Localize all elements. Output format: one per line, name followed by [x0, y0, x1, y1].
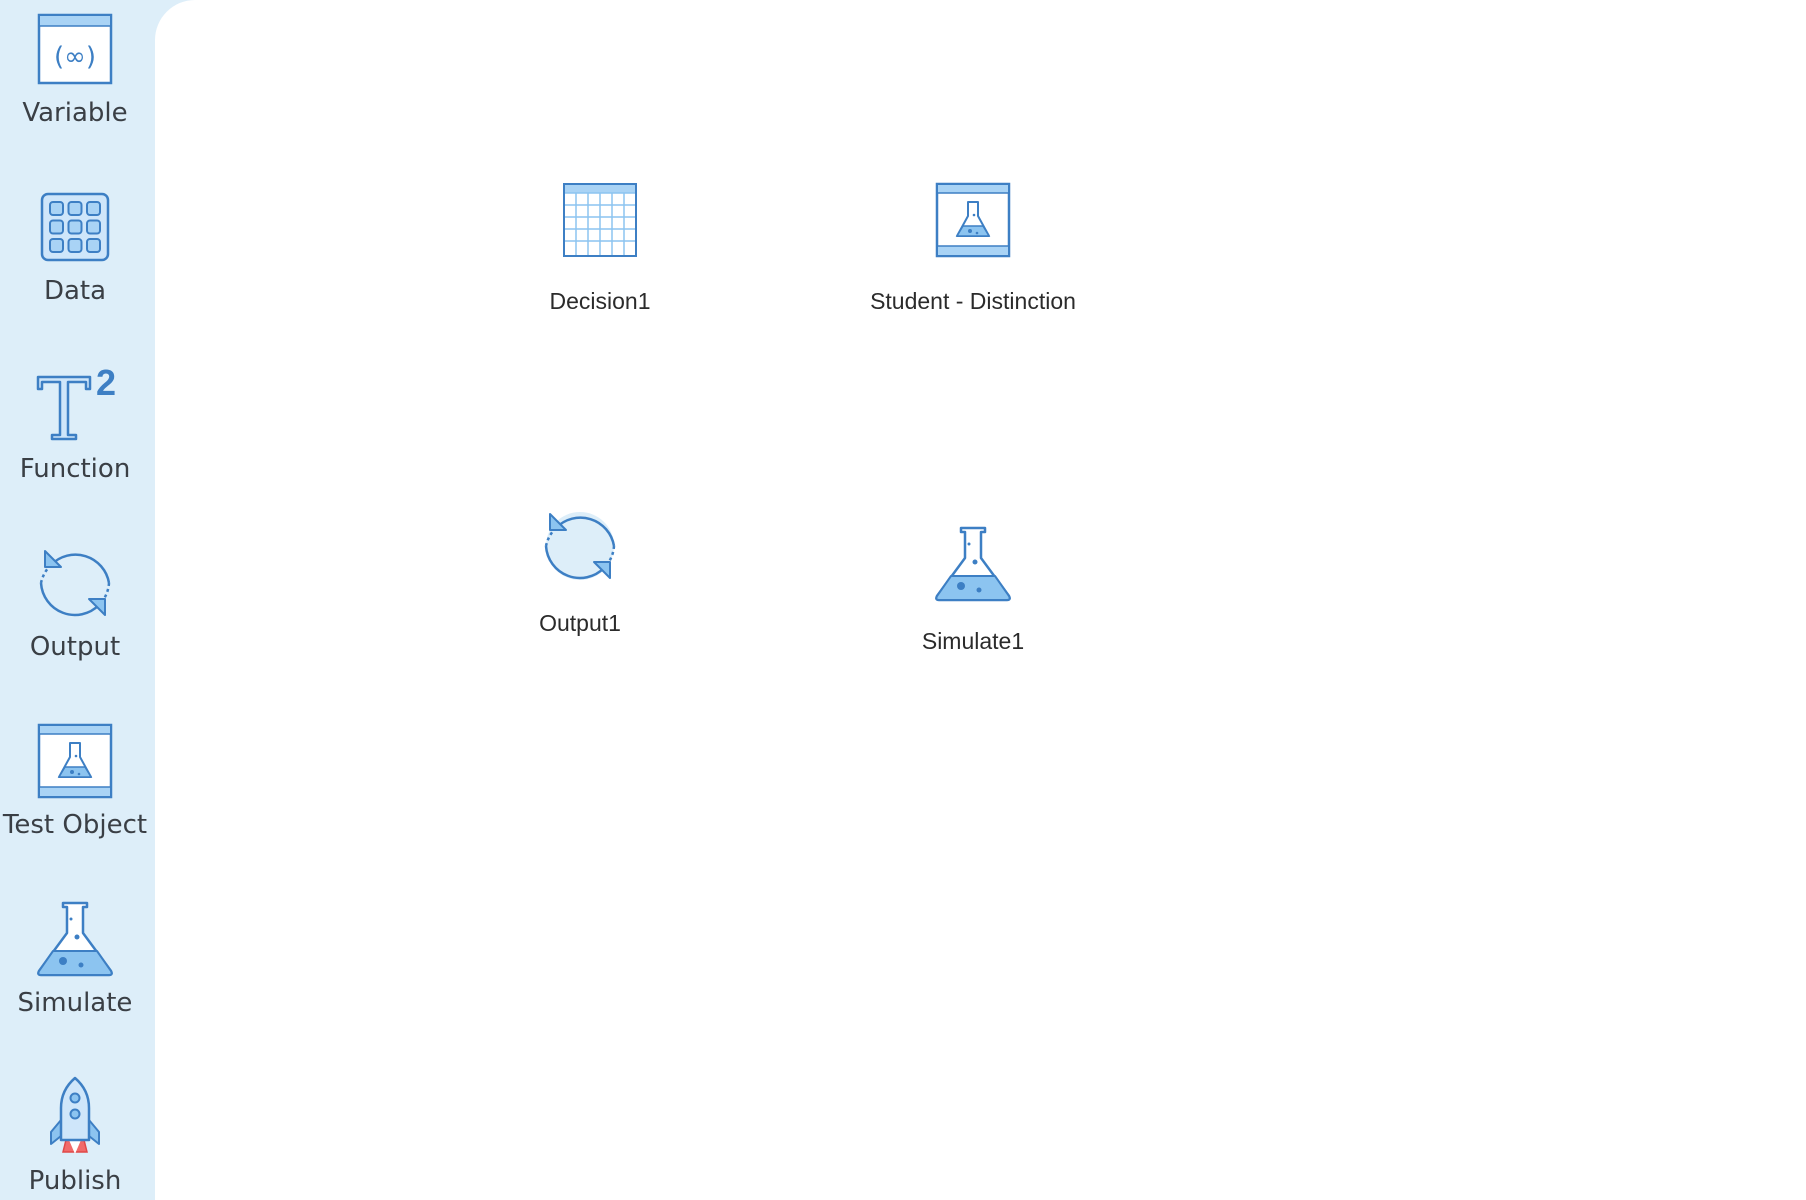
palette-item-variable[interactable]: (∞) Variable — [0, 4, 150, 164]
flask-icon — [30, 894, 120, 984]
modeler-app: (∞) Variable Data 2 Function Output Test… — [0, 0, 1806, 1200]
function-icon: 2 — [30, 360, 120, 450]
palette-item-label: Data — [43, 276, 107, 306]
palette-item-label: Publish — [28, 1166, 122, 1196]
palette-item-label: Test Object — [2, 810, 148, 840]
element-palette: (∞) Variable Data 2 Function Output Test… — [0, 0, 155, 1200]
palette-item-publish[interactable]: Publish — [0, 1072, 150, 1200]
canvas-node-student-distinction[interactable]: Student - Distinction — [828, 182, 1118, 315]
node-label: Output1 — [539, 610, 621, 636]
palette-item-function[interactable]: 2 Function — [0, 360, 150, 520]
test-object-icon — [935, 182, 1011, 258]
data-grid-icon — [30, 182, 120, 272]
variable-icon: (∞) — [30, 4, 120, 94]
canvas-node-simulate1[interactable]: Simulate1 — [848, 524, 1098, 655]
palette-item-data[interactable]: Data — [0, 182, 150, 342]
palette-item-label: Variable — [22, 98, 128, 128]
palette-item-test-object[interactable]: Test Object — [0, 716, 150, 876]
palette-item-output[interactable]: Output — [0, 538, 150, 698]
flask-icon — [931, 524, 1015, 604]
decision-table-icon — [562, 182, 638, 258]
palette-item-label: Function — [19, 454, 131, 484]
rocket-icon — [30, 1072, 120, 1162]
palette-item-label: Output — [29, 632, 121, 662]
canvas-node-decision1[interactable]: Decision1 — [500, 182, 700, 315]
node-label: Simulate1 — [921, 628, 1025, 654]
output-cycle-icon — [540, 506, 620, 586]
test-object-icon — [30, 716, 120, 806]
canvas-node-output1[interactable]: Output1 — [480, 506, 680, 637]
canvas-corner — [155, 0, 195, 40]
node-label: Student - Distinction — [870, 288, 1076, 314]
node-label: Decision1 — [549, 288, 651, 314]
palette-item-label: Simulate — [17, 988, 133, 1018]
svg-text:(∞): (∞) — [54, 42, 96, 72]
palette-item-simulate[interactable]: Simulate — [0, 894, 150, 1054]
output-cycle-icon — [30, 538, 120, 628]
svg-text:2: 2 — [96, 365, 116, 403]
